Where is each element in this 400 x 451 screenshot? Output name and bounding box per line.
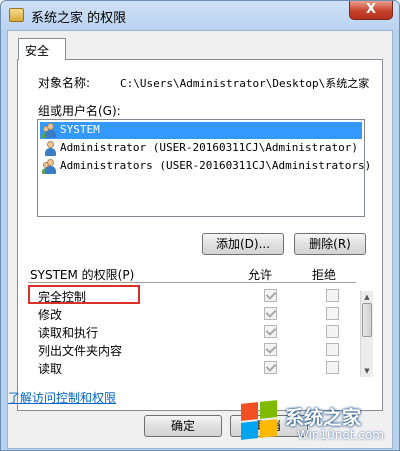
folder-icon <box>9 8 24 22</box>
user-icon <box>43 141 58 156</box>
table-row: 读取和执行 <box>28 323 339 340</box>
allow-header: 允许 <box>248 268 273 282</box>
permissions-dialog: 系统之家 的权限 X 安全 对象名称: C:\Users\Administrat… <box>0 0 400 451</box>
list-item[interactable]: SYSTEM <box>40 122 362 139</box>
list-item-label: Administrator (USER-20160311CJ\Administr… <box>60 141 359 154</box>
permissions-scrollbar[interactable]: ▲ ▼ <box>360 291 373 377</box>
deny-checkbox[interactable] <box>326 289 339 302</box>
permission-name: 修改 <box>38 308 63 322</box>
site-watermark: 系统之家 Win10net.com <box>237 399 399 450</box>
list-item-label: SYSTEM <box>60 123 100 136</box>
permission-name: 读取 <box>38 362 63 376</box>
full-control-highlight <box>28 285 140 304</box>
group-user-label: 组或用户名(G): <box>38 104 121 118</box>
scroll-up-icon[interactable]: ▲ <box>362 292 372 302</box>
watermark-title: 系统之家 <box>285 407 362 429</box>
list-item[interactable]: Administrators (USER-20160311CJ\Administ… <box>40 158 371 175</box>
learn-access-control-link[interactable]: 了解访问控制和权限 <box>8 389 116 406</box>
allow-checkbox[interactable] <box>264 325 277 338</box>
allow-checkbox[interactable] <box>264 343 277 356</box>
scroll-down-icon[interactable]: ▼ <box>362 366 372 376</box>
permissions-label: SYSTEM 的权限(P) <box>30 268 135 282</box>
deny-checkbox[interactable] <box>326 325 339 338</box>
title-bar[interactable]: 系统之家 的权限 X <box>1 1 399 30</box>
close-button[interactable]: X <box>349 1 393 20</box>
deny-header: 拒绝 <box>312 268 337 282</box>
close-icon: X <box>365 2 377 17</box>
table-row: 列出文件夹内容 <box>28 341 339 358</box>
watermark-url: Win10net.com <box>297 428 384 442</box>
object-name-value: C:\Users\Administrator\Desktop\系统之家 <box>120 77 370 90</box>
group-user-list[interactable]: SYSTEM Administrator (USER-20160311CJ\Ad… <box>37 119 371 217</box>
tab-security-label: 安全 <box>25 44 50 58</box>
add-button[interactable]: 添加(D)... <box>202 233 284 255</box>
deny-checkbox[interactable] <box>326 361 339 374</box>
list-item-label: Administrators (USER-20160311CJ\Administ… <box>60 159 372 172</box>
deny-checkbox[interactable] <box>326 307 339 320</box>
group-icon <box>42 159 58 174</box>
object-name-label: 对象名称: <box>38 76 91 90</box>
table-row: 读取 <box>28 359 339 376</box>
permission-name: 列出文件夹内容 <box>38 344 123 358</box>
tab-security[interactable]: 安全 <box>18 38 66 60</box>
window-title: 系统之家 的权限 <box>31 11 127 26</box>
permission-name: 读取和执行 <box>38 326 99 340</box>
deny-checkbox[interactable] <box>326 343 339 356</box>
allow-checkbox[interactable] <box>264 289 277 302</box>
scroll-thumb[interactable] <box>362 303 372 337</box>
group-icon <box>42 123 58 138</box>
allow-checkbox[interactable] <box>264 361 277 374</box>
list-item[interactable]: Administrator (USER-20160311CJ\Administr… <box>40 140 362 157</box>
windows-logo-icon <box>241 400 279 441</box>
allow-checkbox[interactable] <box>264 307 277 320</box>
table-row: 修改 <box>28 305 339 322</box>
remove-button[interactable]: 删除(R) <box>294 233 366 255</box>
ok-button[interactable]: 确定 <box>144 415 222 437</box>
dialog-body: 安全 对象名称: C:\Users\Administrator\Desktop\… <box>7 30 393 449</box>
